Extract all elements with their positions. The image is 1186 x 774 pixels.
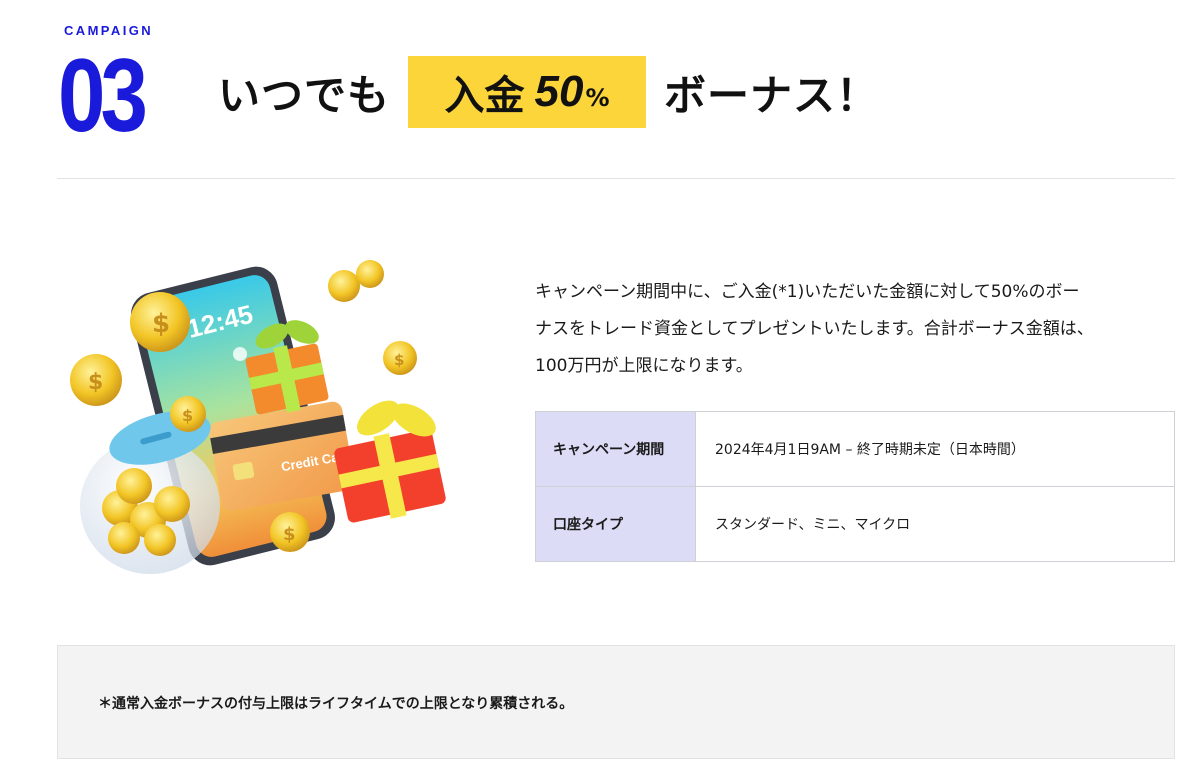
coin-icon: $ [383, 341, 417, 375]
headline-prefix: いつでも [218, 70, 391, 120]
campaign-section: CAMPAIGN 03 いつでも 入金 50 % ボーナス！ 12:45 Cre… [0, 0, 1186, 774]
coin-icon [328, 270, 360, 302]
table-value-cell: 2024年4月1日9AM – 終了時期未定（日本時間） [695, 411, 1175, 487]
gift-box-icon [334, 400, 446, 523]
description-line: 100万円が上限になります。 [535, 356, 753, 376]
headline-highlight: 入金 50 % [408, 56, 647, 128]
svg-text:$: $ [283, 524, 296, 545]
description-line: キャンペーン期間中に、ご入金(*1)いただいた金額に対して50%のボー [535, 282, 1080, 302]
coin-icon: $ [130, 292, 190, 352]
note-box: ＊通常入金ボーナスの付与上限はライフタイムでの上限となり累積される。 [57, 645, 1175, 759]
note-text: ＊通常入金ボーナスの付与上限はライフタイムでの上限となり累積される。 [98, 696, 574, 712]
coin-icon: $ [270, 512, 310, 552]
campaign-label: CAMPAIGN [64, 23, 154, 38]
header-divider [57, 178, 1175, 179]
campaign-headline: いつでも 入金 50 % ボーナス！ [218, 56, 879, 128]
table-value-cell: スタンダード、ミニ、マイクロ [695, 486, 1175, 562]
table-row: 口座タイプ スタンダード、ミニ、マイクロ [535, 486, 1175, 562]
campaign-number: 03 [58, 38, 148, 154]
bonus-illustration: 12:45 Credit Ca $ $ $ $ $ [70, 260, 446, 574]
campaign-info-table: キャンペーン期間 2024年4月1日9AM – 終了時期未定（日本時間） 口座タ… [535, 411, 1175, 562]
table-header-cell: 口座タイプ [535, 486, 696, 562]
svg-text:$: $ [182, 406, 193, 425]
coin-icon: $ [70, 354, 122, 406]
headline-suffix: ボーナス！ [664, 70, 880, 120]
svg-text:$: $ [394, 351, 404, 369]
campaign-description: キャンペーン期間中に、ご入金(*1)いただいた金額に対して50%のボー ナスをト… [535, 274, 1175, 385]
highlight-text: 入金 [444, 73, 525, 119]
highlight-number: 50 [534, 67, 584, 116]
coin-icon [356, 260, 384, 288]
table-row: キャンペーン期間 2024年4月1日9AM – 終了時期未定（日本時間） [535, 411, 1175, 487]
description-line: ナスをトレード資金としてプレゼントいたします。合計ボーナス金額は、 [535, 319, 1094, 339]
highlight-unit: % [585, 84, 610, 112]
table-header-cell: キャンペーン期間 [535, 411, 696, 487]
coin-icon: $ [170, 396, 206, 432]
svg-text:$: $ [88, 370, 103, 395]
svg-text:$: $ [152, 309, 170, 339]
